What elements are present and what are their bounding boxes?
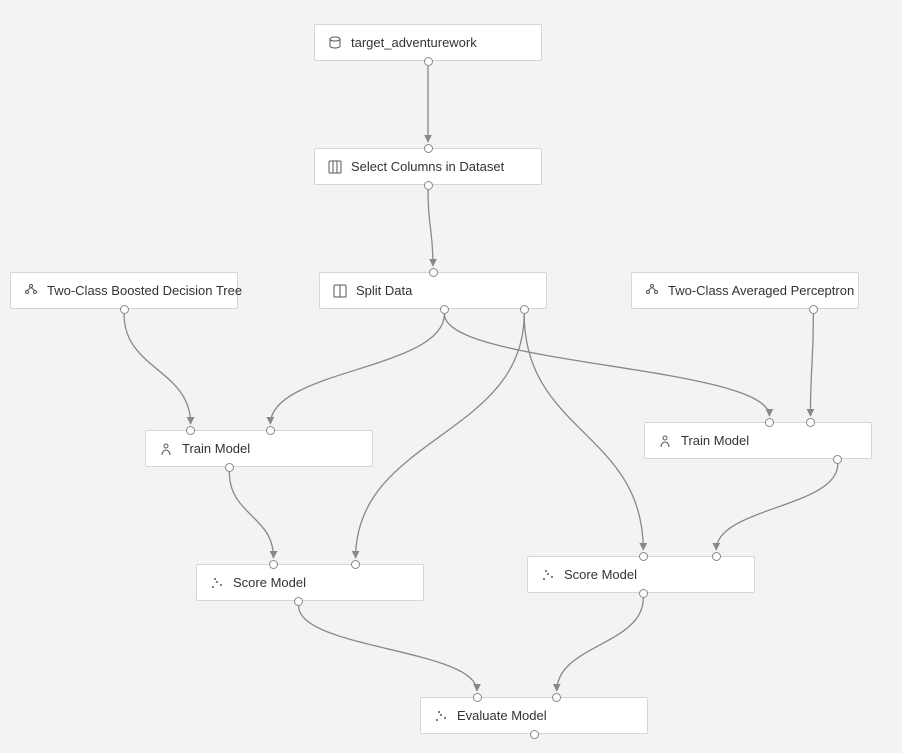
connection-port[interactable]	[712, 552, 721, 561]
connection-port[interactable]	[639, 552, 648, 561]
connection-port[interactable]	[833, 455, 842, 464]
node-target-adventurework[interactable]: target_adventurework	[314, 24, 542, 61]
connection-port[interactable]	[269, 560, 278, 569]
connection-port[interactable]	[429, 268, 438, 277]
node-train-model-right[interactable]: Train Model	[644, 422, 872, 459]
edge[interactable]	[444, 314, 769, 416]
connection-port[interactable]	[530, 730, 539, 739]
edge[interactable]	[356, 314, 525, 558]
edge[interactable]	[299, 606, 477, 691]
connection-port[interactable]	[424, 181, 433, 190]
train-icon	[657, 433, 673, 449]
edges-layer	[0, 0, 902, 753]
node-select-columns[interactable]: Select Columns in Dataset	[314, 148, 542, 185]
connection-port[interactable]	[294, 597, 303, 606]
connection-port[interactable]	[424, 57, 433, 66]
node-label: Evaluate Model	[457, 708, 547, 723]
edge[interactable]	[428, 190, 433, 266]
node-label: Two-Class Boosted Decision Tree	[47, 283, 242, 298]
train-icon	[158, 441, 174, 457]
connection-port[interactable]	[266, 426, 275, 435]
node-averaged-perceptron[interactable]: Two-Class Averaged Perceptron	[631, 272, 859, 309]
node-boosted-decision-tree[interactable]: Two-Class Boosted Decision Tree	[10, 272, 238, 309]
connection-port[interactable]	[473, 693, 482, 702]
node-label: Two-Class Averaged Perceptron	[668, 283, 854, 298]
edge[interactable]	[270, 314, 444, 424]
edge[interactable]	[716, 464, 838, 550]
node-score-model-left[interactable]: Score Model	[196, 564, 424, 601]
connection-port[interactable]	[225, 463, 234, 472]
connection-port[interactable]	[424, 144, 433, 153]
connection-port[interactable]	[639, 589, 648, 598]
node-train-model-left[interactable]: Train Model	[145, 430, 373, 467]
score-icon	[540, 567, 556, 583]
node-label: Train Model	[182, 441, 250, 456]
connection-port[interactable]	[520, 305, 529, 314]
node-label: target_adventurework	[351, 35, 477, 50]
node-split-data[interactable]: Split Data	[319, 272, 547, 309]
connection-port[interactable]	[351, 560, 360, 569]
node-label: Train Model	[681, 433, 749, 448]
edge[interactable]	[124, 314, 191, 424]
pipeline-canvas[interactable]: target_adventurework Select Columns in D…	[0, 0, 902, 753]
tree-icon	[644, 283, 660, 299]
node-label: Split Data	[356, 283, 412, 298]
node-label: Select Columns in Dataset	[351, 159, 504, 174]
connection-port[interactable]	[765, 418, 774, 427]
connection-port[interactable]	[809, 305, 818, 314]
tree-icon	[23, 283, 39, 299]
score-icon	[209, 575, 225, 591]
columns-icon	[327, 159, 343, 175]
connection-port[interactable]	[186, 426, 195, 435]
edge[interactable]	[524, 314, 643, 550]
columns-icon	[332, 283, 348, 299]
edge[interactable]	[229, 472, 273, 558]
dataset-icon	[327, 35, 343, 51]
node-score-model-right[interactable]: Score Model	[527, 556, 755, 593]
connection-port[interactable]	[440, 305, 449, 314]
edge[interactable]	[810, 314, 813, 416]
connection-port[interactable]	[120, 305, 129, 314]
node-evaluate-model[interactable]: Evaluate Model	[420, 697, 648, 734]
score-icon	[433, 708, 449, 724]
connection-port[interactable]	[552, 693, 561, 702]
edge[interactable]	[557, 598, 643, 691]
node-label: Score Model	[564, 567, 637, 582]
connection-port[interactable]	[806, 418, 815, 427]
node-label: Score Model	[233, 575, 306, 590]
